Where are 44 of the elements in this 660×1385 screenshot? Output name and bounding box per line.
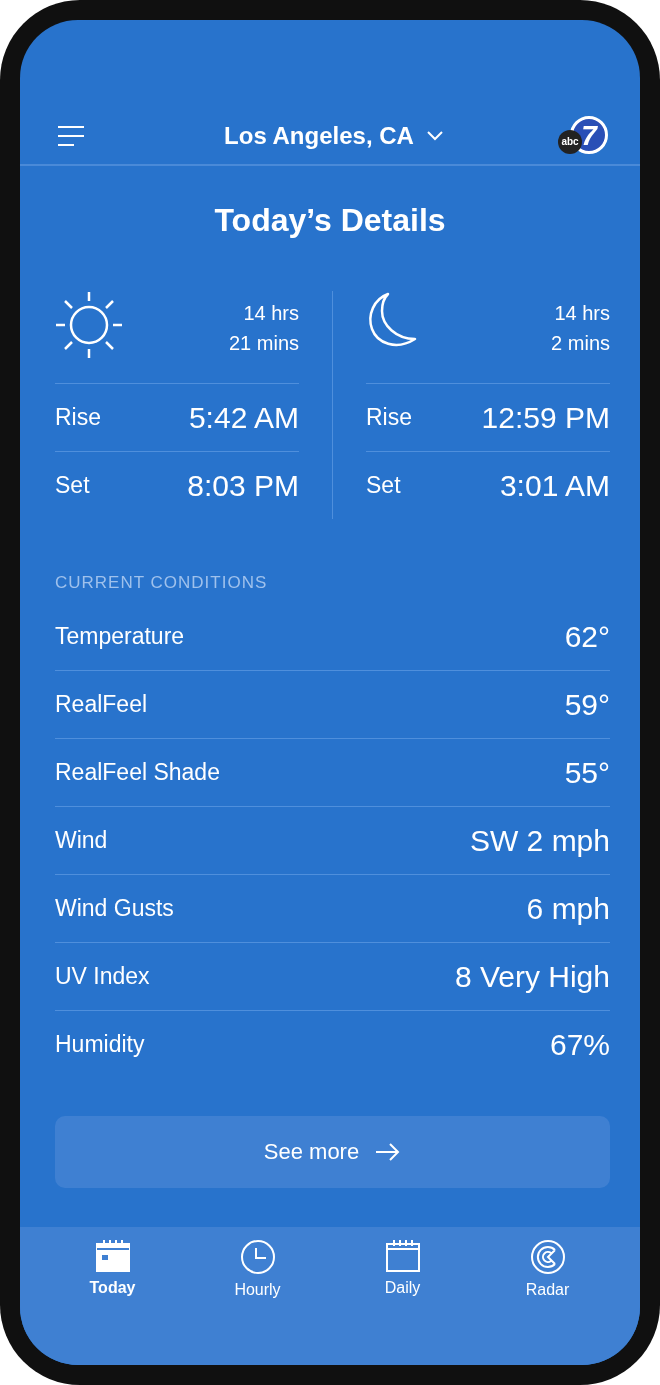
tab[interactable]: Today — [57, 1227, 168, 1365]
condition-label: RealFeel — [55, 691, 148, 718]
condition-label: Temperature — [55, 623, 185, 650]
condition-label: RealFeel Shade — [55, 759, 220, 786]
tab[interactable]: Hourly — [202, 1227, 313, 1365]
chevron-down-icon — [425, 130, 444, 142]
menu-button[interactable] — [56, 124, 86, 148]
calendar-icon — [384, 1239, 421, 1273]
duration-text: 2 mins — [551, 331, 610, 356]
moon-icon — [366, 291, 418, 349]
time-value: 5:42 AM — [188, 400, 299, 435]
duration-text: 14 hrs — [243, 301, 299, 326]
time-value: 12:59 PM — [481, 400, 610, 435]
condition-label: Humidity — [55, 1031, 145, 1058]
time-label: Set — [55, 472, 90, 499]
condition-value: 55° — [564, 755, 610, 790]
tab[interactable]: Radar — [492, 1227, 603, 1365]
condition-label: Wind Gusts — [55, 895, 174, 922]
location-selector[interactable]: Los Angeles, CA — [224, 122, 444, 150]
time-label: Set — [366, 472, 401, 499]
condition-value: 6 mph — [526, 891, 610, 926]
time-value: 3:01 AM — [499, 468, 610, 503]
sun-icon — [55, 291, 123, 359]
condition-label: UV Index — [55, 963, 150, 990]
condition-value: SW 2 mph — [469, 823, 610, 858]
condition-value: 62° — [564, 619, 610, 654]
calendar-icon — [94, 1239, 131, 1273]
logo-badge: abc — [558, 130, 582, 154]
see-more-button[interactable]: See more — [55, 1116, 610, 1188]
page-title: Today’s Details — [213, 202, 447, 239]
time-label: Rise — [366, 404, 412, 431]
tab[interactable]: Daily — [347, 1227, 458, 1365]
clock-icon — [239, 1239, 276, 1275]
duration-text: 21 mins — [228, 331, 299, 356]
time-value: 8:03 PM — [187, 468, 299, 503]
radar-icon — [529, 1239, 566, 1275]
time-label: Rise — [55, 404, 101, 431]
section-heading: CURRENT CONDITIONS — [55, 573, 269, 593]
condition-value: 59° — [564, 687, 610, 722]
condition-label: Wind — [55, 827, 108, 854]
arrow-right-icon — [375, 1142, 402, 1162]
duration-text: 14 hrs — [554, 301, 610, 326]
condition-value: 8 Very High — [454, 959, 610, 994]
condition-value: 67% — [549, 1027, 610, 1062]
